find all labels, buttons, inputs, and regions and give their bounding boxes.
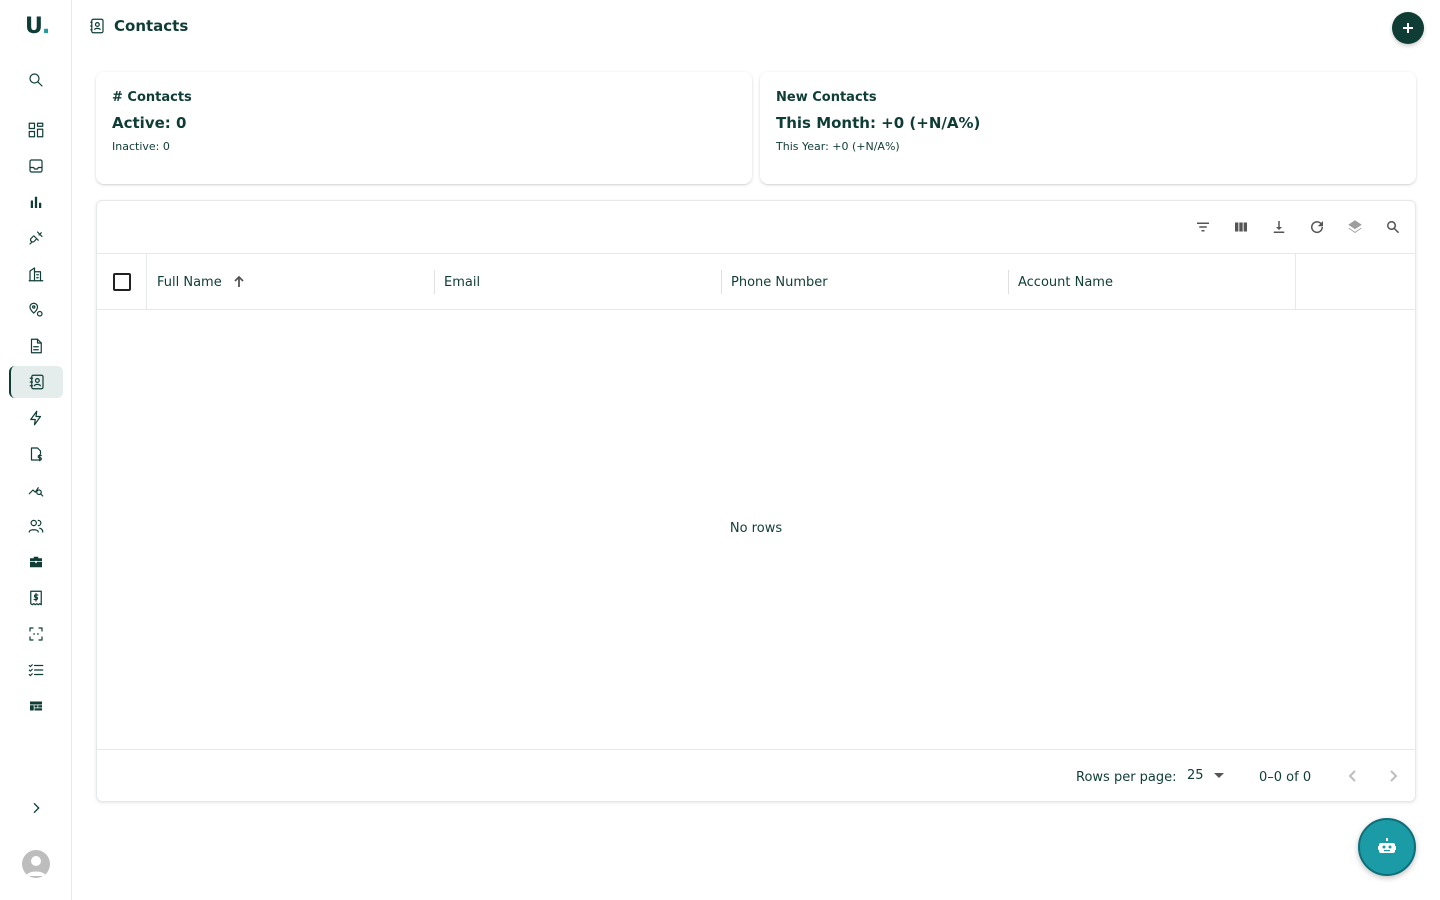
this-month-count: This Month: +0 (+N/A%) [776,114,981,132]
rows-per-page-select[interactable]: 25 [1187,768,1224,783]
sidebar-item-integrations[interactable] [9,222,63,254]
analytics-icon [28,487,44,497]
select-all-cell [97,254,147,310]
search-icon [1387,221,1400,234]
column-separator[interactable] [721,270,722,294]
sidebar-item-tasks[interactable] [9,654,63,686]
sidebar-item-inbox[interactable] [9,150,63,182]
column-label: Email [444,274,481,290]
card-title: New Contacts [776,90,877,105]
assistant-bot-button[interactable] [1358,818,1416,876]
columns-icon [1235,222,1247,232]
download-icon [1273,221,1285,233]
table-toolbar [1193,217,1403,237]
page-title: Contacts [114,17,189,35]
lightning-icon [30,410,42,426]
filter-icon [1197,222,1209,232]
column-separator [1295,254,1296,310]
rows-per-page-value: 25 [1187,768,1204,783]
columns-button[interactable] [1231,217,1251,237]
caret-down-icon [1213,773,1224,778]
refresh-icon [1311,221,1324,234]
page-header: Contacts [88,17,188,35]
empty-state-text: No rows [729,521,783,536]
add-contact-button[interactable] [1392,12,1424,44]
board-icon [30,701,42,711]
bar-chart-icon [30,196,42,208]
density-button[interactable] [1345,217,1365,237]
sidebar-item-jobs[interactable] [9,546,63,578]
sidebar-item-scan[interactable] [9,618,63,650]
sidebar-item-locations[interactable] [9,294,63,326]
invoice-icon [30,447,42,462]
inactive-count: Inactive: 0 [112,140,170,153]
checklist-icon [28,664,44,677]
user-icon [26,856,46,876]
people-icon [28,519,44,533]
sidebar-item-contacts[interactable] [9,366,63,398]
chevron-left-icon [1348,770,1356,782]
card-title: # Contacts [112,90,192,105]
sidebar-item-reports[interactable] [9,186,63,218]
refresh-button[interactable] [1307,217,1327,237]
rows-per-page-label: Rows per page: [1076,770,1177,785]
chevron-right-icon [1390,770,1398,782]
plus-icon [1403,23,1413,33]
sidebar-item-automations[interactable] [9,402,63,434]
column-header-phone-number[interactable]: Phone Number [731,254,1011,310]
scan-icon [29,627,43,641]
table-header: Full Name Email Phone Number Account Nam… [97,253,1415,310]
column-label: Account Name [1018,274,1113,290]
sidebar-item-billing[interactable] [9,582,63,614]
sidebar-item-dashboard[interactable] [9,114,63,146]
document-icon [30,338,42,354]
filter-button[interactable] [1193,217,1213,237]
avatar[interactable] [22,850,50,878]
this-year-count: This Year: +0 (+N/A%) [776,140,900,153]
table-search-button[interactable] [1383,217,1403,237]
previous-page-button[interactable] [1341,764,1365,788]
contacts-icon [29,374,44,390]
column-separator[interactable] [1008,270,1009,294]
search-icon [29,73,43,87]
column-header-full-name[interactable]: Full Name [157,254,437,310]
sort-ascending-icon[interactable] [232,275,246,289]
contacts-table: Full Name Email Phone Number Account Nam… [96,200,1416,802]
active-count: Active: 0 [112,114,187,132]
next-page-button[interactable] [1381,764,1405,788]
column-label: Full Name [157,274,222,290]
column-separator[interactable] [434,270,435,294]
select-all-checkbox[interactable] [112,273,131,291]
app-logo[interactable]: U. [25,14,50,39]
building-icon [28,267,44,282]
column-header-email[interactable]: Email [444,254,724,310]
sidebar-item-accounts[interactable] [9,258,63,290]
sidebar: U. [0,0,72,900]
sidebar-item-analytics[interactable] [9,474,63,506]
dashboard-icon [28,122,44,138]
column-label: Phone Number [731,274,828,290]
briefcase-icon [30,556,42,568]
pagination-range: 0–0 of 0 [1259,770,1312,785]
sidebar-item-search[interactable] [9,64,63,96]
sidebar-item-users[interactable] [9,510,63,542]
chevron-right-icon [33,802,40,814]
sidebar-item-invoices[interactable] [9,438,63,470]
expand-sidebar-button[interactable] [24,796,48,820]
robot-icon [1378,838,1396,853]
sidebar-item-documents[interactable] [9,330,63,362]
column-header-account-name[interactable]: Account Name [1018,254,1288,310]
contacts-count-card: # Contacts Active: 0 Inactive: 0 [96,72,752,184]
export-button[interactable] [1269,217,1289,237]
new-contacts-card: New Contacts This Month: +0 (+N/A%) This… [760,72,1416,184]
plug-icon [29,231,43,245]
table-footer: Rows per page: 25 0–0 of 0 [97,749,1415,801]
contacts-icon [90,18,104,34]
sidebar-item-board[interactable] [9,690,63,722]
receipt-icon [30,590,42,606]
inbox-icon [29,159,43,173]
layers-icon [1348,220,1362,233]
location-icon [29,302,43,317]
